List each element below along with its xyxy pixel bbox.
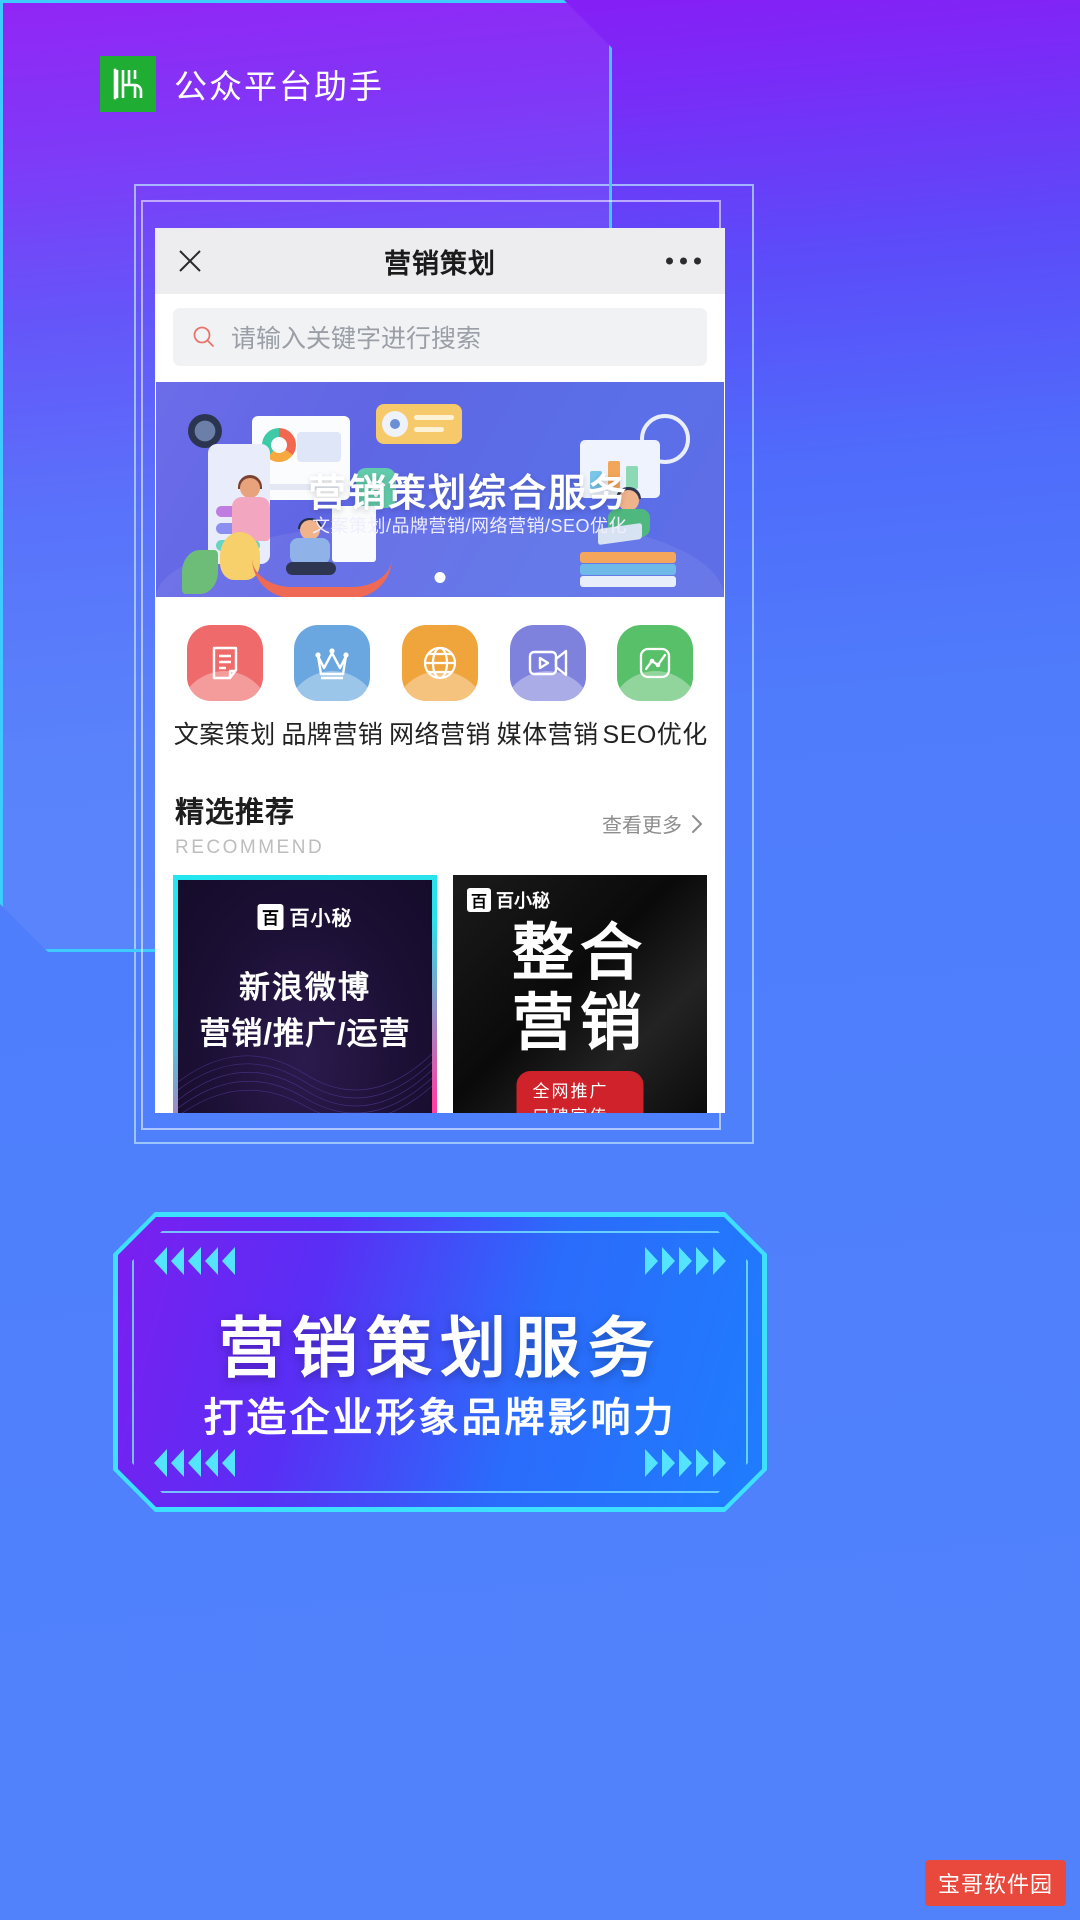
recommend-card[interactable]: 百 百小秘 整合 营销 全网推广 口碑宣传 <box>453 875 707 1113</box>
chevron-decoration-icon <box>645 1449 726 1477</box>
category-grid: 文案策划 品牌营销 网络营销 媒体营销 SEO优化 <box>155 597 725 773</box>
carousel-indicator[interactable] <box>434 572 446 583</box>
more-options-icon[interactable] <box>666 257 701 265</box>
video-camera-icon <box>509 625 586 701</box>
category-label: SEO优化 <box>602 721 708 749</box>
close-icon[interactable] <box>173 244 207 278</box>
search-placeholder: 请输入关键字进行搜索 <box>231 325 482 353</box>
recommend-card[interactable]: 百 百小秘 新浪微博 营销/推广/运营 <box>173 875 437 1113</box>
category-item-media[interactable]: 媒体营销 <box>494 625 602 751</box>
card-line-1: 新浪微博 <box>239 970 371 1005</box>
document-icon <box>186 625 263 701</box>
search-input[interactable]: 请输入关键字进行搜索 <box>173 308 707 366</box>
leaf-icon <box>182 550 218 594</box>
banner-woman-graphic <box>230 475 272 541</box>
brand-name: 百小秘 <box>289 908 353 930</box>
banner-title: 营销策划综合服务 <box>308 473 629 515</box>
category-label: 文案策划 <box>173 721 276 749</box>
chevron-decoration-icon <box>154 1449 235 1477</box>
banner-tag-graphic <box>376 404 462 444</box>
gear-icon <box>183 409 227 453</box>
bottom-banner-inner: 营销策划服务 打造企业形象品牌影响力 <box>118 1217 762 1507</box>
card-badge: 全网推广 口碑宣传 <box>516 1071 644 1113</box>
brand-mark: 百 <box>467 888 491 912</box>
card-brand-logo: 百 百小秘 <box>467 887 550 913</box>
category-label: 网络营销 <box>388 721 491 749</box>
recommend-header: 精选推荐 RECOMMEND 查看更多 <box>155 773 725 869</box>
brand-name: 百小秘 <box>496 891 550 911</box>
chevron-right-icon <box>692 814 702 833</box>
bottom-banner: 营销策划服务 打造企业形象品牌影响力 <box>113 1212 767 1512</box>
promo-banner[interactable]: 营销策划综合服务 文案策划/品牌营销/网络营销/SEO优化 <box>156 382 724 597</box>
chevron-decoration-icon <box>154 1247 235 1275</box>
phone-mockup: 营销策划 请输入关键字进行搜索 营销策划综合服务 文案策划/品牌营销/网络营销/… <box>155 228 725 1113</box>
category-item-network[interactable]: 网络营销 <box>386 625 494 751</box>
globe-icon <box>401 625 478 701</box>
category-label: 品牌营销 <box>281 721 384 749</box>
banner-books-graphic <box>580 551 676 587</box>
category-item-brand[interactable]: 品牌营销 <box>279 625 387 751</box>
category-label: 媒体营销 <box>496 721 599 749</box>
card-line-2: 营销 <box>511 989 648 1058</box>
bottom-banner-title: 营销策划服务 <box>218 1311 662 1385</box>
recommend-title: 精选推荐 <box>175 797 296 829</box>
miniprogram-title: 营销策划 <box>384 248 496 279</box>
view-more-button[interactable]: 查看更多 <box>602 809 705 838</box>
miniprogram-title-bar: 营销策划 <box>155 228 725 294</box>
brand-mark: 百 <box>257 903 284 930</box>
view-more-label: 查看更多 <box>602 815 682 837</box>
recommend-card-list: 百 百小秘 新浪微博 营销/推广/运营 百 百小秘 整合 营销 全网推广 口碑宣… <box>155 869 725 1113</box>
search-icon <box>193 326 214 347</box>
bottom-banner-subtitle: 打造企业形象品牌影响力 <box>203 1396 677 1440</box>
banner-subtitle: 文案策划/品牌营销/网络营销/SEO优化 <box>312 516 628 536</box>
search-section: 请输入关键字进行搜索 <box>155 294 725 382</box>
arrow-graphic <box>252 558 392 597</box>
watermark: 宝哥软件园 <box>924 1860 1066 1906</box>
card-brand-logo: 百 百小秘 <box>257 902 353 931</box>
recommend-subtitle: RECOMMEND <box>175 837 325 858</box>
crown-icon <box>294 625 371 701</box>
card-line-1: 整合 <box>511 919 648 988</box>
line-chart-icon <box>617 625 694 701</box>
category-item-seo[interactable]: SEO优化 <box>601 625 709 751</box>
chevron-decoration-icon <box>645 1247 726 1275</box>
category-item-copywriting[interactable]: 文案策划 <box>171 625 279 751</box>
card-line-2: 营销/推广/运营 <box>199 1016 411 1051</box>
